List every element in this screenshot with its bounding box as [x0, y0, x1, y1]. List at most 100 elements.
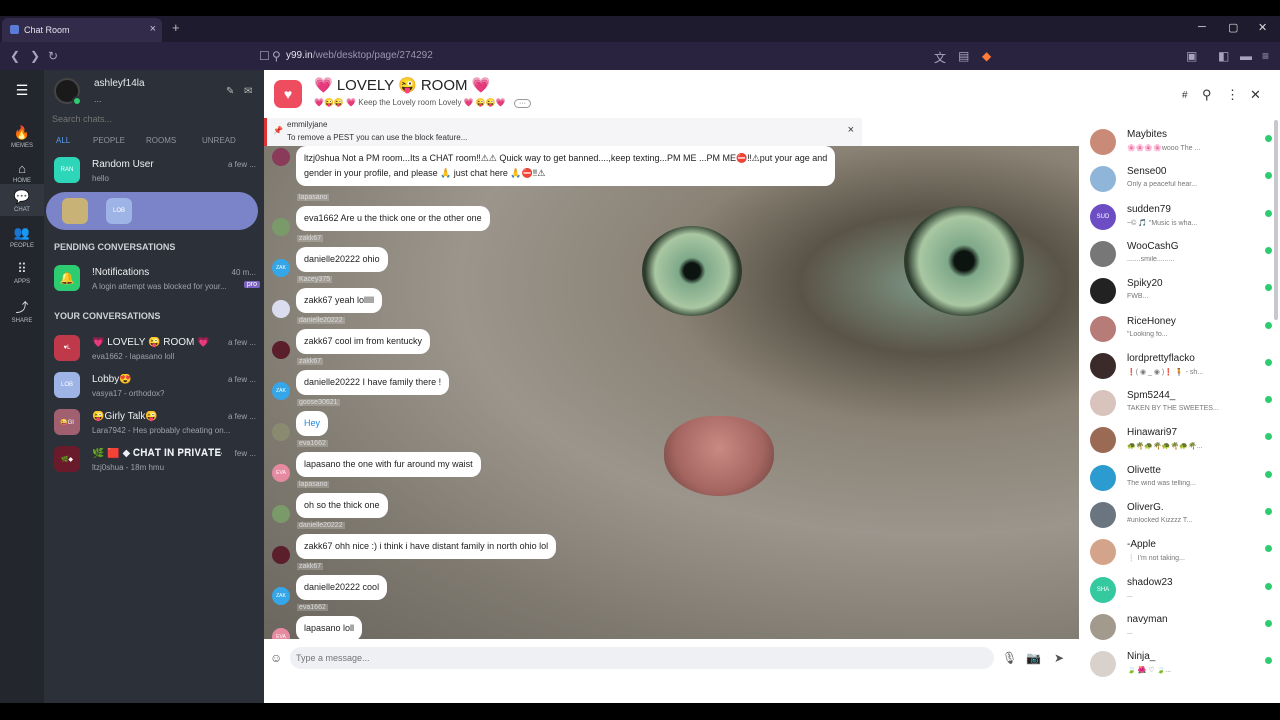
message-avatar[interactable]: ZAK: [272, 382, 290, 400]
message-avatar[interactable]: [272, 546, 290, 564]
new-chat-icon[interactable]: ✉: [244, 86, 252, 97]
conversation-item[interactable]: LOB Lobby😍 vasya17 - orthodox? a few ...: [44, 369, 264, 403]
message-avatar[interactable]: EVA: [272, 464, 290, 482]
rail-people[interactable]: 👥 PEOPLE: [0, 220, 44, 250]
brave-shield-icon[interactable]: ◆: [982, 49, 991, 63]
message-username[interactable]: lapasano: [297, 194, 330, 201]
message-avatar[interactable]: [272, 341, 290, 359]
user-status: ...: [1127, 628, 1133, 636]
online-user[interactable]: Sense00 Only a peaceful hear...: [1079, 163, 1280, 199]
more-vertical-icon[interactable]: ⋮: [1226, 87, 1239, 103]
online-user[interactable]: Ninja_ 🍃 🌺 ♡ 🍃...: [1079, 648, 1280, 684]
tab-close-icon[interactable]: ×: [150, 23, 156, 35]
bookmark-icon[interactable]: ☐: [259, 49, 270, 63]
search-icon[interactable]: ⚲: [1202, 87, 1212, 103]
message-avatar[interactable]: [272, 218, 290, 236]
message-text: danielle20222 I have family there !: [304, 377, 442, 387]
microphone-icon[interactable]: 🎙: [1002, 651, 1017, 665]
hamburger-menu-icon[interactable]: ☰: [0, 82, 44, 99]
online-user[interactable]: Maybites 🌸🌸🌸🌸wooo The ...: [1079, 126, 1280, 162]
conversation-item[interactable]: RAN Random User hello a few ...: [44, 154, 264, 188]
translate-icon[interactable]: 文: [934, 49, 946, 66]
pinned-message[interactable]: 📌 emmilyjane To remove a PEST you can us…: [264, 118, 862, 146]
filter-tab-unread[interactable]: UNREAD: [202, 136, 236, 145]
conversation-item[interactable]: ♥L 💗 LOVELY 😜 ROOM 💗 eva1662 - lapasano lo…: [44, 332, 264, 366]
rail-apps[interactable]: ⠿ APPS: [0, 256, 44, 286]
room-subtitle-text: 💗😜😜 💗 Keep the Lovely room Lovely 💗 😜😜💗: [314, 98, 506, 107]
online-user[interactable]: RiceHoney "Looking fo...: [1079, 313, 1280, 349]
conversation-item[interactable]: 🌿◆ 🌿 🟥 ◆ 𝐂𝐇𝐀𝐓 𝐈𝐍 𝐏𝐑𝐈𝐕𝐀𝐓𝐄◆ ltzj0shua - 18m …: [44, 443, 264, 477]
online-user[interactable]: Spm5244_ TAKEN BY THE SWEETES...: [1079, 387, 1280, 423]
forward-arrow-icon[interactable]: ❯: [30, 49, 40, 63]
close-window-button[interactable]: ✕: [1258, 21, 1267, 34]
message-avatar[interactable]: ZAK: [272, 259, 290, 277]
message-input[interactable]: [290, 647, 994, 669]
new-tab-button[interactable]: +: [172, 20, 180, 35]
message-avatar[interactable]: ZAK: [272, 587, 290, 605]
rail-memes[interactable]: 🔥 MEMES: [0, 120, 44, 150]
menu-icon[interactable]: ≡: [1262, 49, 1269, 63]
online-user[interactable]: lordprettyflacko ❗( ◉ _ ◉ )❗ 🧍 - sh...: [1079, 350, 1280, 386]
filter-tab-people[interactable]: PEOPLE: [93, 136, 125, 145]
online-user[interactable]: -Apple ❕ I'm not taking...: [1079, 536, 1280, 572]
message-bubble: danielle20222 I have family there !: [296, 370, 450, 395]
close-room-icon[interactable]: ✕: [1250, 87, 1261, 103]
share-icon: ⤴: [15, 300, 29, 315]
edit-pencil-icon[interactable]: ✎: [226, 86, 234, 97]
filter-tab-rooms[interactable]: ROOMS: [146, 136, 176, 145]
browser-tab[interactable]: Chat Room ×: [2, 18, 162, 42]
extension-icon[interactable]: ▣: [1186, 49, 1197, 63]
minimize-button[interactable]: ─: [1198, 21, 1206, 33]
message-username[interactable]: lapasano: [297, 481, 330, 488]
send-icon[interactable]: ➤: [1054, 651, 1064, 665]
maximize-button[interactable]: ▢: [1228, 21, 1238, 34]
reader-icon[interactable]: ▤: [958, 49, 969, 63]
back-arrow-icon[interactable]: ❮: [10, 49, 20, 63]
message-avatar[interactable]: EVA: [272, 628, 290, 639]
conversation-item[interactable]: 🔔 !Notifications A login attempt was block…: [44, 262, 264, 296]
message-avatar[interactable]: [272, 423, 290, 441]
message-username[interactable]: danielle20222: [297, 317, 345, 324]
site-info-icon[interactable]: ⚲: [272, 49, 281, 63]
message-username[interactable]: Kacey375: [297, 276, 333, 283]
online-user[interactable]: Spiky20 FWB...: [1079, 275, 1280, 311]
rail-chat[interactable]: 💬 CHAT: [0, 184, 44, 216]
reload-icon[interactable]: ↻: [48, 49, 58, 63]
message-username[interactable]: zakk67: [297, 235, 324, 242]
online-user[interactable]: Hinawari97 🐢🌴🐢🌴🐢🌴🐢🌴...: [1079, 424, 1280, 460]
conversation-item[interactable]: 😜GI 😜Girly Talk😜 Lara7942 - Hes probably c…: [44, 406, 264, 440]
sidebar-toggle-icon[interactable]: ◧: [1218, 49, 1229, 63]
message-username[interactable]: eva1662: [297, 604, 328, 611]
room-info-more-button[interactable]: ···: [513, 99, 531, 108]
hashtag-icon[interactable]: #: [1182, 90, 1188, 101]
message-username[interactable]: danielle20222: [297, 522, 345, 529]
rail-share[interactable]: ⤴ SHARE: [0, 292, 44, 324]
message-avatar[interactable]: [272, 300, 290, 318]
emoji-icon[interactable]: ☺: [270, 651, 282, 665]
online-user[interactable]: SHA shadow23...: [1079, 574, 1280, 610]
filter-tab-all[interactable]: ALL: [56, 136, 70, 145]
online-user[interactable]: WooCashG .......smile.........: [1079, 238, 1280, 274]
message-avatar[interactable]: [272, 148, 290, 166]
chat-messages-area[interactable]: ltzj0shua Not a PM room...Its a CHAT roo…: [264, 146, 1079, 639]
pinned-close-icon[interactable]: ×: [848, 124, 854, 136]
online-user[interactable]: SUD sudden79 ~© 🎵 "Music is wha...: [1079, 201, 1280, 237]
app-nav-rail: ☰ 🔥 MEMES ⌂ HOME 💬 CHAT 👥 PEOPLE ⠿ APPS ⤴ SHARE: [0, 70, 44, 703]
search-chats-input[interactable]: [52, 114, 252, 124]
message-username[interactable]: zakk67: [297, 563, 324, 570]
wallet-icon[interactable]: ▬: [1240, 49, 1252, 63]
message-username[interactable]: goose30621: [297, 399, 340, 406]
message-username[interactable]: zakk67: [297, 358, 324, 365]
url-field[interactable]: y99.in/web/desktop/page/274292: [286, 50, 433, 61]
message-avatar[interactable]: [272, 505, 290, 523]
message-username[interactable]: eva1662: [297, 440, 328, 447]
user-avatar: [1090, 390, 1116, 417]
online-user[interactable]: OliverG. #unlocked Kizzzz T...: [1079, 499, 1280, 535]
selected-conversation-highlight[interactable]: LOB: [46, 192, 258, 230]
pinned-text: To remove a PEST you can use the block f…: [287, 133, 468, 142]
online-user[interactable]: navyman...: [1079, 611, 1280, 647]
online-user[interactable]: Olivette The wind was telling...: [1079, 462, 1280, 498]
camera-icon[interactable]: 📷: [1026, 651, 1041, 665]
my-username: ashleyf14la: [94, 78, 145, 89]
rail-home[interactable]: ⌂ HOME: [0, 156, 44, 186]
